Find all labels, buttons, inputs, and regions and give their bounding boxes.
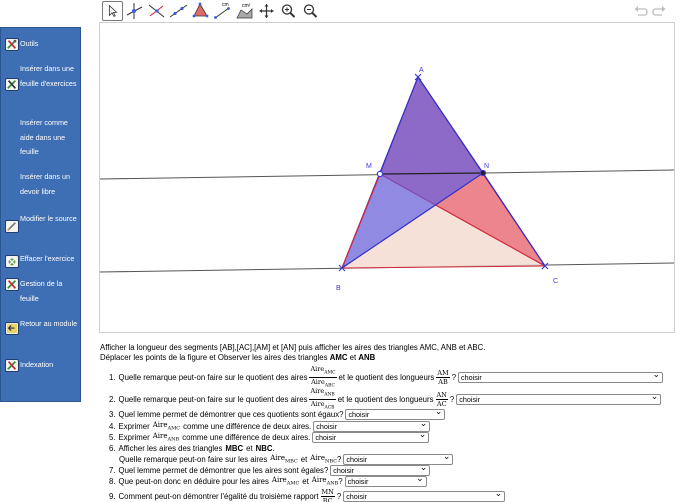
fraction-am-ab: AM AB [436,369,450,387]
label-c: C [553,278,558,285]
perpendicular-icon [148,4,165,18]
sidebar-item-inserer-aide[interactable]: Insérer comme aide dans une feuille [1,116,82,160]
zoom-out-tool-button[interactable] [300,1,321,21]
sidebar-item-indexation[interactable]: Indexation [1,358,82,374]
move-arrows-icon [259,4,274,18]
move-graphics-tool-button[interactable] [256,1,277,21]
geometry-toolbar: cm cm² [100,0,675,22]
answer-select-4[interactable]: choisir [313,419,431,432]
sidebar-item-label: Effacer l'exercice [20,254,75,263]
sidebar-item-modifier-source[interactable]: Modifier le source [1,212,82,242]
sheet-management-icon [5,278,19,291]
geometry-figure[interactable]: A M N B C [100,23,675,333]
question-8: 8. Que peut-on donc en déduire pour les … [109,474,427,487]
sidebar-item-inserer-feuille[interactable]: Insérer dans une feuille d'exercices [1,62,82,106]
instruction-line-1: Afficher la longueur des segments [AB],[… [100,343,486,352]
insert-sheet-icon [5,78,19,91]
label-n: N [484,163,489,170]
sidebar-item-outils[interactable]: Outils [1,37,82,53]
answer-select-9[interactable]: choisir [343,489,506,502]
area-tool-button[interactable]: cm² [234,1,255,21]
answer-select-8[interactable]: choisir [344,474,427,487]
question-5: 5. Exprimer AireANB comme une différence… [109,430,430,443]
sidebar-item-label: Insérer dans une feuille d'exercices [20,64,77,88]
distance-icon: cm [214,2,230,19]
sidebar-item-label: Insérer comme aide dans une feuille [20,118,68,156]
sidebar-item-label: Gestion de la feuille [20,279,63,303]
area-icon: cm² [236,3,253,19]
zoom-in-icon [281,4,296,18]
indexation-icon [5,359,19,372]
question-4: 4. Exprimer AireAMC comme une différence… [109,419,431,432]
svg-text:cm²: cm² [242,3,251,9]
redo-icon [652,6,666,16]
sidebar-item-label: Insérer dans un devoir libre [20,172,70,196]
sidebar-item-label: Outils [20,39,39,48]
redo-button[interactable] [651,4,667,18]
point-n[interactable] [479,169,487,177]
line-icon [169,4,188,18]
undo-icon [634,6,648,16]
line-tool-button[interactable] [168,1,189,21]
instruction-line-2: Déplacer les points de la figure et Obse… [100,352,376,362]
cursor-icon [108,4,118,17]
answer-select-1[interactable]: choisir [458,370,664,384]
polygon-icon [192,2,209,18]
undo-button[interactable] [633,4,649,18]
erase-icon [5,255,19,268]
sidebar-item-gestion[interactable]: Gestion de la feuille [1,277,82,307]
question-9: 9. Comment peut-on démontrer l'égalité d… [109,488,506,502]
return-icon [5,322,19,335]
question-7: 7. Quel lemme permet de démontrer que le… [109,463,431,476]
graphics-view[interactable]: A M N B C [99,22,675,333]
instructions: Afficher la longueur des segments [AB],[… [100,343,680,362]
sidebar-item-label: Retour au module [20,319,78,328]
label-m: M [366,163,372,170]
label-a: A [419,67,424,74]
svg-text:cm: cm [222,2,229,8]
point-tool-button[interactable] [124,1,145,21]
tools-icon [5,38,19,51]
question-3: 3. Quel lemme permet de démontrer que ce… [109,407,446,420]
label-b: B [336,285,341,292]
move-tool-button[interactable] [102,1,123,21]
answer-select-5[interactable]: choisir [312,430,430,443]
perpendicular-tool-button[interactable] [146,1,167,21]
sidebar-item-devoir-libre[interactable]: Insérer dans un devoir libre [1,170,82,200]
sidebar-item-label: Indexation [20,360,54,369]
zoom-in-tool-button[interactable] [278,1,299,21]
answer-select-6[interactable]: choisir [343,452,454,465]
sidebar-item-retour[interactable]: Retour au module [1,317,82,347]
edit-source-icon [5,220,19,233]
sidebar-item-label: Modifier le source [20,214,77,223]
polygon-tool-button[interactable] [190,1,211,21]
point-m[interactable] [376,170,384,178]
answer-select-3[interactable]: choisir [345,407,446,420]
sidebar: Outils Insérer dans une feuille d'exerci… [0,27,81,402]
zoom-out-icon [303,4,318,18]
intersect-point-icon [126,3,143,19]
distance-tool-button[interactable]: cm [212,1,233,21]
fraction-mn-bc: MN BC [320,488,335,502]
sidebar-item-effacer[interactable]: Effacer l'exercice [1,252,82,268]
answer-select-2[interactable]: choisir [456,392,662,406]
question-6: 6. Afficher les aires des triangles MBC … [109,444,275,453]
question-6-sub: Quelle remarque peut-on faire sur les ai… [119,452,454,465]
